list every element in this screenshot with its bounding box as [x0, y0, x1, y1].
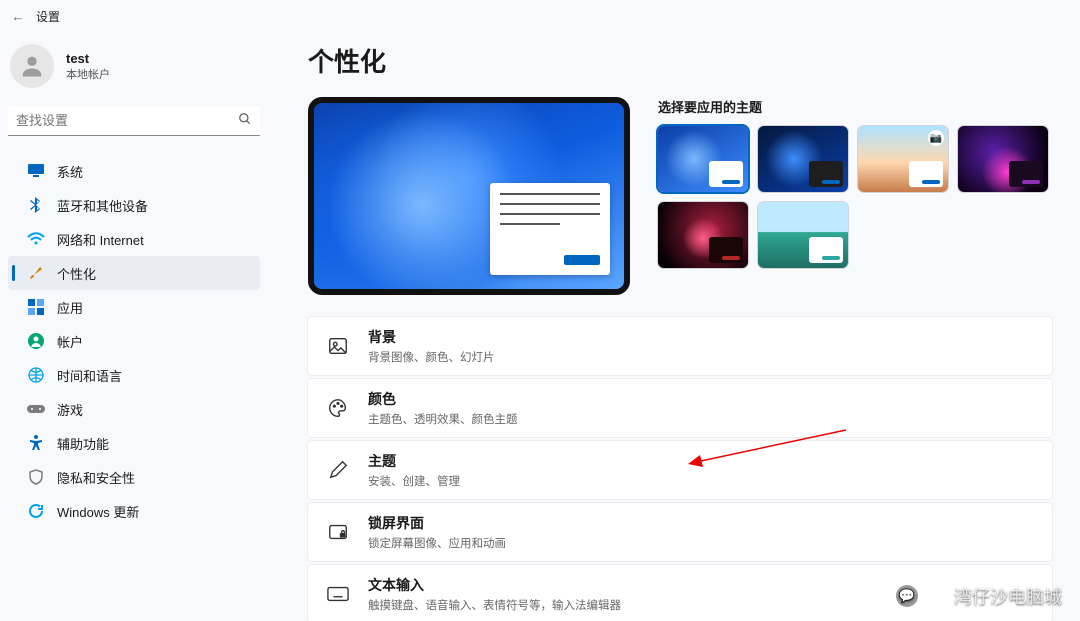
watermark-text: 湾仔沙电脑城 [954, 583, 1062, 609]
setting-background[interactable]: 背景背景图像、颜色、幻灯片 [308, 317, 1052, 375]
sidebar-item-update[interactable]: Windows 更新 [8, 494, 260, 528]
theme-captured[interactable] [758, 202, 848, 268]
setting-desc: 安装、创建、管理 [368, 473, 460, 489]
setting-title: 锁屏界面 [368, 513, 506, 533]
theme-sunrise[interactable]: 📷 [858, 126, 948, 192]
sidebar-item-accounts[interactable]: 帐户 [8, 324, 260, 358]
setting-desc: 背景图像、颜色、幻灯片 [368, 349, 495, 365]
setting-title: 背景 [368, 327, 495, 347]
theme-win11-light[interactable] [658, 126, 748, 192]
setting-title: 颜色 [368, 389, 518, 409]
settings-list: 背景背景图像、颜色、幻灯片颜色主题色、透明效果、颜色主题主题安装、创建、管理锁屏… [308, 317, 1052, 621]
window-title: 设置 [36, 8, 60, 25]
setting-title: 主题 [368, 451, 460, 471]
search-input[interactable] [8, 106, 260, 136]
sidebar-item-time[interactable]: 时间和语言 [8, 358, 260, 392]
back-icon[interactable]: ← [6, 9, 30, 24]
sidebar-item-label: Windows 更新 [57, 502, 139, 521]
palette-icon [326, 396, 350, 420]
nav: 系统蓝牙和其他设备网络和 Internet 个性化应用帐户时间和语言游戏辅助功能隐… [8, 154, 260, 528]
accent-preview [564, 255, 600, 265]
pen-icon [326, 458, 350, 482]
sidebar-item-network[interactable]: 网络和 Internet [8, 222, 260, 256]
sidebar-item-label: 时间和语言 [57, 366, 122, 385]
person-circle-icon [27, 332, 45, 350]
setting-desc: 锁定屏幕图像、应用和动画 [368, 535, 506, 551]
sidebar-item-apps[interactable]: 应用 [8, 290, 260, 324]
brush-icon [27, 264, 45, 282]
sidebar-item-privacy[interactable]: 隐私和安全性 [8, 460, 260, 494]
sidebar-item-system[interactable]: 系统 [8, 154, 260, 188]
watermark: 💬 湾仔沙电脑城 [896, 583, 1062, 609]
setting-title: 文本输入 [368, 575, 621, 595]
keyboard-icon [326, 582, 350, 606]
sidebar-item-label: 网络和 Internet [57, 230, 144, 249]
sidebar-item-label: 系统 [57, 162, 83, 181]
setting-desc: 主题色、透明效果、颜色主题 [368, 411, 518, 427]
sidebar-item-bluetooth[interactable]: 蓝牙和其他设备 [8, 188, 260, 222]
sidebar-item-label: 应用 [57, 298, 83, 317]
avatar [10, 44, 54, 88]
theme-glow-purple[interactable] [958, 126, 1048, 192]
theme-flow-red[interactable] [658, 202, 748, 268]
setting-lockscreen[interactable]: 锁屏界面锁定屏幕图像、应用和动画 [308, 503, 1052, 561]
setting-themes[interactable]: 主题安装、创建、管理 [308, 441, 1052, 499]
image-icon [326, 334, 350, 358]
globe-clock-icon [27, 366, 45, 384]
sidebar-item-label: 隐私和安全性 [57, 468, 135, 487]
camera-icon: 📷 [928, 130, 944, 146]
sidebar-item-label: 蓝牙和其他设备 [57, 196, 148, 215]
sidebar-item-personalization[interactable]: 个性化 [8, 256, 260, 290]
setting-desc: 触摸键盘、语音输入、表情符号等，输入法编辑器 [368, 597, 621, 613]
update-icon [27, 502, 45, 520]
bluetooth-icon [27, 196, 45, 214]
search-box[interactable] [8, 106, 260, 136]
window-preview [490, 183, 610, 275]
setting-colors[interactable]: 颜色主题色、透明效果、颜色主题 [308, 379, 1052, 437]
user-subtitle: 本地帐户 [66, 66, 110, 82]
wifi-icon [27, 230, 45, 248]
sidebar-item-label: 个性化 [57, 264, 96, 283]
sidebar-item-gaming[interactable]: 游戏 [8, 392, 260, 426]
display-icon [27, 162, 45, 180]
lock-screen-icon [326, 520, 350, 544]
theme-win11-dark[interactable] [758, 126, 848, 192]
sidebar-item-accessibility[interactable]: 辅助功能 [8, 426, 260, 460]
sidebar-item-label: 帐户 [57, 332, 83, 351]
wechat-buddy-icon [926, 586, 946, 606]
user-block[interactable]: test 本地帐户 [8, 32, 260, 106]
themes-label: 选择要应用的主题 [658, 97, 1052, 116]
sidebar: test 本地帐户 系统蓝牙和其他设备网络和 Internet 个性化应用帐户时间… [0, 32, 268, 621]
search-icon [238, 112, 252, 129]
apps-icon [27, 298, 45, 316]
accessibility-icon [27, 434, 45, 452]
main: 个性化 选择要应用的主题 📷 背景背景图像、颜色、幻灯片颜色主题色、透明效果、颜… [268, 32, 1080, 621]
user-name: test [66, 51, 110, 66]
shield-icon [27, 468, 45, 486]
sidebar-item-label: 游戏 [57, 400, 83, 419]
page-title: 个性化 [308, 32, 1052, 97]
wechat-icon: 💬 [896, 585, 918, 607]
sidebar-item-label: 辅助功能 [57, 434, 109, 453]
theme-grid: 📷 [658, 126, 1052, 268]
gamepad-icon [27, 400, 45, 418]
desktop-preview [308, 97, 630, 295]
